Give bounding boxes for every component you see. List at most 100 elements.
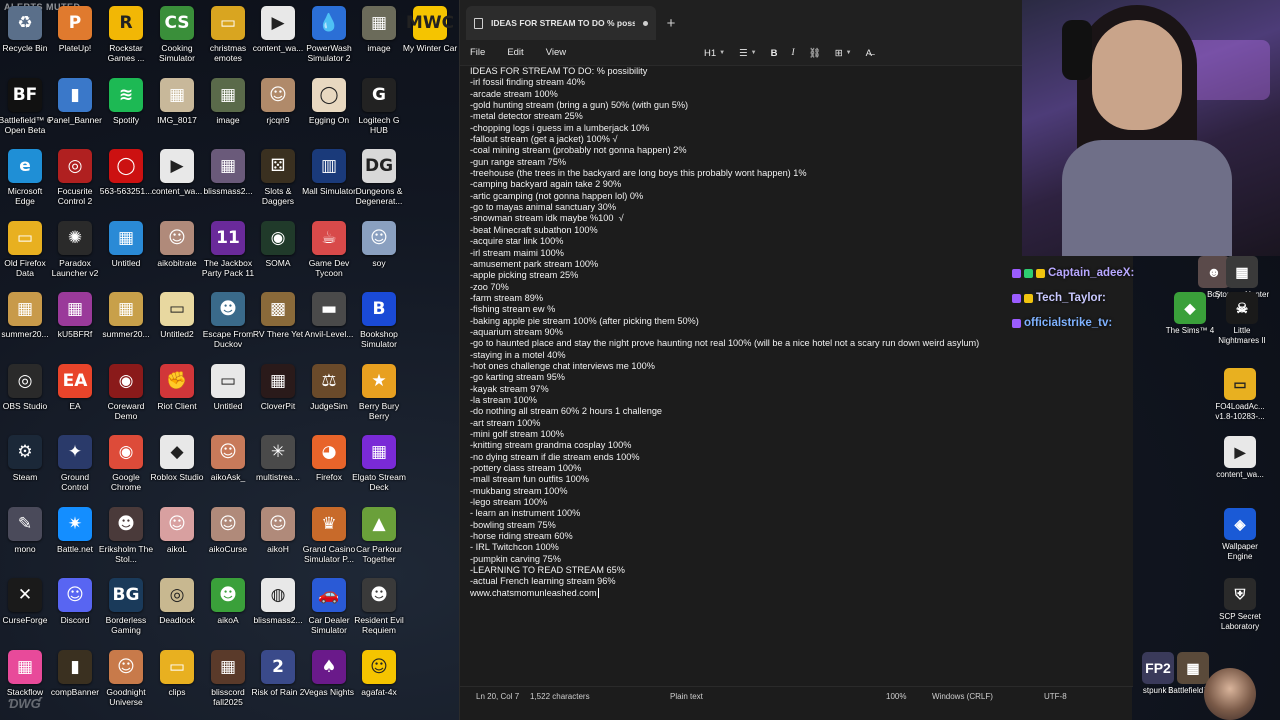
desktop-icon[interactable]: ☕ Game Dev Tycoon <box>304 215 354 285</box>
desktop-icon[interactable]: ◉ SOMA <box>253 215 303 285</box>
menu-edit[interactable]: Edit <box>507 47 523 58</box>
desktop-icon[interactable]: BG Borderless Gaming <box>101 572 151 642</box>
desktop-icon[interactable]: ▦ image <box>203 72 253 142</box>
desktop-icon[interactable]: ▦ IMG_8017 <box>152 72 202 142</box>
desktop-icon[interactable]: ▶ content_wa... <box>253 0 303 70</box>
desktop-icon[interactable]: ⚙ Steam <box>0 429 50 499</box>
desktop-icon[interactable]: ▦ blisscord fall2025 <box>203 644 253 714</box>
table-dropdown[interactable]: ⊞ ▼ <box>835 48 852 59</box>
desktop-icon[interactable]: ☺ rjcqn9 <box>253 72 303 142</box>
italic-button[interactable]: I <box>791 48 794 58</box>
cursor-position[interactable]: Ln 20, Col 7 <box>476 692 519 701</box>
desktop-icon[interactable]: ☻ Resident Evil Requiem <box>354 572 404 642</box>
zoom-level[interactable]: 100% <box>886 692 906 701</box>
desktop-icon[interactable]: ♻ Recycle Bin <box>0 0 50 70</box>
desktop-icon[interactable]: ▦ blissmass2... <box>203 143 253 213</box>
desktop-icon[interactable]: ▲ Car Parkour Together <box>354 501 404 571</box>
desktop-icon[interactable]: ◯ Egging On <box>304 72 354 142</box>
desktop-icon[interactable]: ▭ Untitled <box>203 358 253 428</box>
desktop-icon[interactable]: ⛨ SCP Secret Laboratory <box>1212 578 1268 640</box>
desktop-icon[interactable]: ▶ content_wa... <box>1212 436 1268 498</box>
desktop-icon[interactable]: BF Battlefield™ 6 Open Beta <box>0 72 51 142</box>
desktop-icon[interactable]: ▦ summer20... <box>101 286 151 356</box>
desktop-icon[interactable]: ✕ CurseForge <box>0 572 50 642</box>
desktop-icon[interactable]: ▮ compBanner <box>50 644 100 714</box>
desktop-icon[interactable]: ▭ christmas emotes <box>203 0 253 70</box>
desktop-icon[interactable]: ✺ Paradox Launcher v2 <box>50 215 100 285</box>
desktop-icon[interactable]: 💧 PowerWash Simulator 2 <box>304 0 354 70</box>
desktop-icon[interactable]: ☻ Eriksholm The Stol... <box>99 501 153 571</box>
bold-button[interactable]: B <box>771 48 778 59</box>
desktop-icon[interactable]: ◯ 563-563251... <box>100 143 152 213</box>
unsaved-dot-icon[interactable] <box>643 20 648 26</box>
desktop-icon[interactable]: ☺ agafat-4x <box>354 644 404 714</box>
desktop-icon[interactable]: DG Dungeons & Degenerat... <box>354 143 404 213</box>
desktop-icon[interactable]: ☠ Little Nightmares II <box>1214 292 1270 354</box>
new-tab-button[interactable]: + <box>656 6 686 40</box>
desktop-icon[interactable]: ☺ soy <box>354 215 404 285</box>
desktop-icon[interactable]: ▬ Anvil-Level... <box>304 286 354 356</box>
desktop-icon[interactable]: e Microsoft Edge <box>0 143 50 213</box>
desktop-icon[interactable]: 11 The Jackbox Party Pack 11 <box>202 215 254 285</box>
list-dropdown[interactable]: ☰ ▼ <box>739 48 756 59</box>
heading-dropdown[interactable]: H1 ▼ <box>704 48 725 59</box>
desktop-icon[interactable]: ▶ content_wa... <box>152 143 202 213</box>
menu-view[interactable]: View <box>546 47 566 58</box>
desktop-icon[interactable]: ✳ multistrea... <box>253 429 303 499</box>
desktop-icon[interactable]: ▥ Mall Simulator <box>302 143 356 213</box>
desktop-icon[interactable]: ☻ Escape From Duckov <box>203 286 253 356</box>
desktop-icon[interactable]: MWC My Winter Car <box>403 0 457 70</box>
desktop-icon[interactable]: ⚄ Slots & Daggers <box>253 143 303 213</box>
desktop-icon[interactable]: ★ Berry Bury Berry <box>354 358 404 428</box>
clear-formatting-button[interactable]: A̶ <box>866 48 872 59</box>
desktop-icon[interactable]: R Rockstar Games ... <box>101 0 151 70</box>
desktop-icon[interactable]: ◍ blissmass2... <box>253 572 303 642</box>
desktop-icon[interactable]: ⚖ JudgeSim <box>304 358 354 428</box>
desktop-icon[interactable]: ▩ RV There Yet <box>253 286 303 356</box>
desktop-icon[interactable]: ◎ OBS Studio <box>0 358 50 428</box>
desktop-icon[interactable]: ◕ Firefox <box>304 429 354 499</box>
desktop-icon[interactable]: ◉ Coreward Demo <box>101 358 151 428</box>
desktop-icon[interactable]: ✷ Battle.net <box>50 501 100 571</box>
desktop-icon[interactable]: ✦ Ground Control <box>50 429 100 499</box>
desktop-icon[interactable]: ☺ aikobitrate <box>152 215 202 285</box>
line-ending[interactable]: Windows (CRLF) <box>932 692 993 701</box>
desktop-icon[interactable]: ▭ FO4LoadAc... v1.8-10283-... <box>1212 368 1268 430</box>
desktop-icon[interactable]: ▭ clips <box>152 644 202 714</box>
desktop-icon[interactable]: ✎ mono <box>0 501 50 571</box>
desktop-icon[interactable]: ◈ Wallpaper Engine <box>1212 508 1268 570</box>
desktop-icon[interactable]: ☺ Discord <box>50 572 100 642</box>
desktop-icon[interactable]: ◎ Focusrite Control 2 <box>50 143 100 213</box>
desktop-icon[interactable]: ▦ Untitled <box>101 215 151 285</box>
desktop-icon[interactable]: ▮ Panel_Banner <box>48 72 102 142</box>
desktop-icon[interactable]: ▦ image <box>354 0 404 70</box>
desktop-icon[interactable]: ☺ aikoCurse <box>203 501 253 571</box>
desktop-icon[interactable]: 🚗 Car Dealer Simulator <box>304 572 354 642</box>
desktop-icon[interactable]: CS Cooking Simulator <box>152 0 202 70</box>
desktop-icon[interactable]: ☺ Goodnight Universe <box>101 644 151 714</box>
link-button[interactable]: ⛓ <box>809 48 821 59</box>
desktop-icon[interactable]: ☺ aikoL <box>152 501 202 571</box>
desktop-icon[interactable]: ♠ Vegas Nights <box>304 644 354 714</box>
desktop-icon[interactable]: ▦ Elgato Stream Deck <box>352 429 406 499</box>
desktop-icon[interactable]: B Bookshop Simulator <box>354 286 404 356</box>
encoding[interactable]: UTF-8 <box>1044 692 1067 701</box>
desktop-icon[interactable]: ☻ aikoA <box>203 572 253 642</box>
desktop-icon[interactable]: ◆ Roblox Studio <box>151 429 203 499</box>
desktop-icon[interactable]: ☺ aikoH <box>253 501 303 571</box>
desktop-icon[interactable]: G Logitech G HUB <box>354 72 404 142</box>
desktop-icon[interactable]: ◆ The Sims™ 4 <box>1162 292 1218 354</box>
document-tab[interactable]: IDEAS FOR STREAM TO DO % possi <box>466 6 656 40</box>
desktop-icon[interactable]: ▭ Untitled2 <box>152 286 202 356</box>
desktop-icon[interactable]: ◉ Google Chrome <box>101 429 151 499</box>
desktop-icon[interactable]: ☺ aikoAsk_ <box>203 429 253 499</box>
desktop-icon[interactable]: ≋ Spotify <box>101 72 151 142</box>
desktop-icon[interactable]: EA EA <box>50 358 100 428</box>
desktop-icon[interactable]: ▦ CloverPit <box>253 358 303 428</box>
desktop-icon[interactable]: ▦ kU5BFRf <box>50 286 100 356</box>
desktop-icon[interactable]: ✊ Riot Client <box>152 358 202 428</box>
desktop-icon[interactable]: ▭ Old Firefox Data <box>0 215 50 285</box>
text-format[interactable]: Plain text <box>670 692 703 701</box>
desktop-icon[interactable]: P PlateUp! <box>50 0 100 70</box>
desktop-icon[interactable]: ▦ summer20... <box>0 286 50 356</box>
